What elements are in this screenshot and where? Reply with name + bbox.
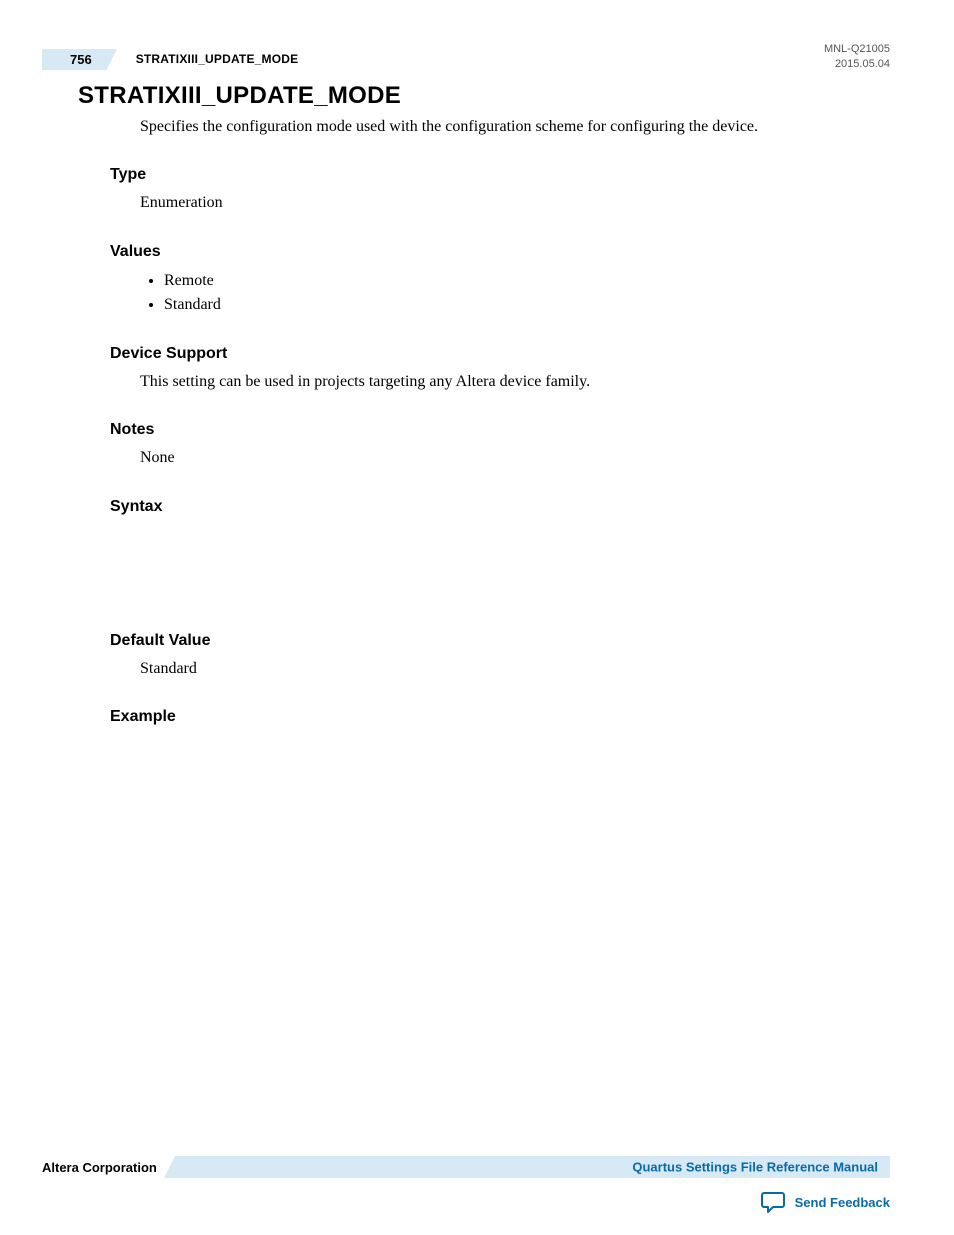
section-type-heading: Type [110, 166, 890, 184]
list-item: Remote [164, 269, 890, 293]
section-notes-heading: Notes [110, 421, 890, 439]
speech-bubble-icon [761, 1191, 785, 1213]
intro-paragraph: Specifies the configuration mode used wi… [140, 116, 890, 138]
section-values-heading: Values [110, 243, 890, 261]
page-number: 756 [42, 49, 106, 70]
section-notes-body: None [140, 447, 890, 469]
document-body: STRATIXIII_UPDATE_MODE Specifies the con… [78, 82, 890, 726]
send-feedback-label: Send Feedback [795, 1195, 890, 1210]
page-tab: 756 STRATIXIII_UPDATE_MODE [42, 48, 298, 70]
send-feedback-link[interactable]: Send Feedback [761, 1191, 890, 1213]
page-footer: Altera Corporation Quartus Settings File… [42, 1155, 890, 1179]
section-example-heading: Example [110, 708, 890, 726]
section-type-body: Enumeration [140, 192, 890, 214]
page-title: STRATIXIII_UPDATE_MODE [78, 82, 890, 110]
section-default-value-body: Standard [140, 658, 890, 680]
reference-manual-link[interactable]: Quartus Settings File Reference Manual [632, 1160, 878, 1175]
page-header: 756 STRATIXIII_UPDATE_MODE MNL-Q21005 20… [42, 48, 890, 70]
doc-meta: MNL-Q21005 2015.05.04 [824, 42, 890, 72]
company-name: Altera Corporation [42, 1160, 157, 1175]
section-default-value-heading: Default Value [110, 632, 890, 650]
footer-bar: Altera Corporation Quartus Settings File… [42, 1155, 890, 1179]
running-title: STRATIXIII_UPDATE_MODE [136, 52, 299, 66]
doc-date: 2015.05.04 [824, 57, 890, 72]
values-list: Remote Standard [164, 269, 890, 317]
footer-strip: Quartus Settings File Reference Manual [175, 1156, 890, 1178]
section-device-support-heading: Device Support [110, 345, 890, 363]
doc-id: MNL-Q21005 [824, 42, 890, 57]
list-item: Standard [164, 293, 890, 317]
section-device-support-body: This setting can be used in projects tar… [140, 371, 890, 393]
section-syntax-heading: Syntax [110, 498, 890, 516]
